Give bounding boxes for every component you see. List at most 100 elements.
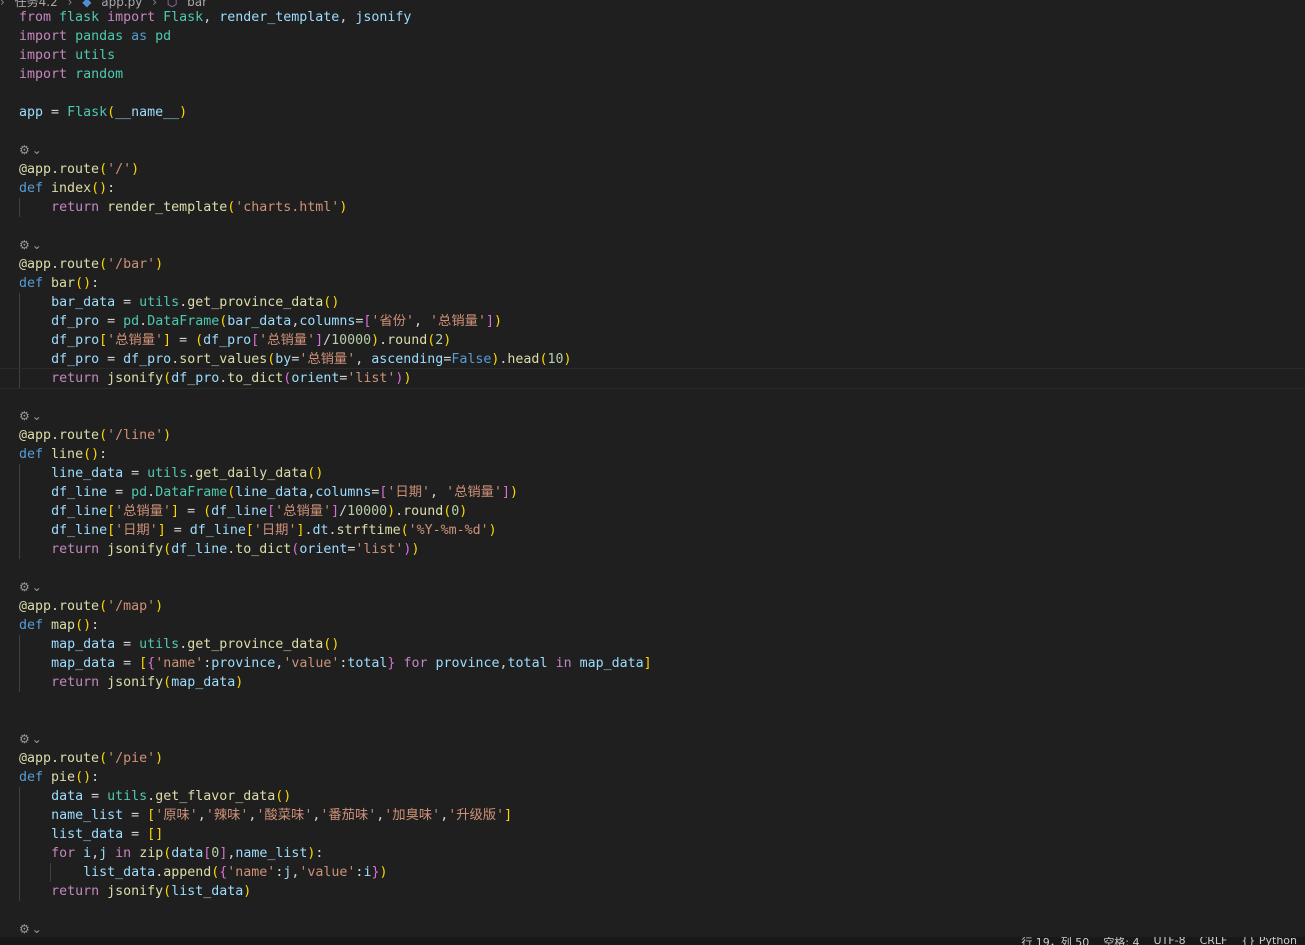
code-line[interactable]: def line(): — [0, 445, 1305, 464]
codelens[interactable]: ⚙ ⌄ — [0, 730, 1305, 749]
code-line[interactable]: app = Flask(__name__) — [0, 103, 1305, 122]
code-text: df_line['总销量'] = (df_line['总销量']/10000).… — [51, 504, 468, 519]
code-text: @app.route('/') — [19, 162, 140, 177]
code-line[interactable]: def pie(): — [0, 768, 1305, 787]
chevron-down-icon: ⌄ — [31, 143, 42, 157]
codelens[interactable]: ⚙ ⌄ — [0, 578, 1305, 597]
code-text: list_data.append({'name':j,'value':i}) — [83, 865, 388, 880]
code-text: import random — [19, 67, 124, 82]
code-line[interactable] — [0, 901, 1305, 920]
code-text: df_pro = pd.DataFrame(bar_data,columns=[… — [51, 314, 502, 329]
code-area[interactable]: from flask import Flask, render_template… — [0, 8, 1305, 945]
code-text: import utils — [19, 48, 116, 63]
code-line[interactable]: import pandas as pd — [0, 27, 1305, 46]
code-line[interactable] — [0, 84, 1305, 103]
code-line[interactable]: return jsonify(list_data) — [0, 882, 1305, 901]
status-encoding[interactable]: UTF-8 — [1154, 937, 1186, 945]
status-cursor-position[interactable]: 行 19，列 50 — [1021, 937, 1089, 945]
code-line[interactable]: df_line['总销量'] = (df_line['总销量']/10000).… — [0, 502, 1305, 521]
code-line[interactable] — [0, 711, 1305, 730]
code-text: def pie(): — [19, 770, 100, 785]
code-line[interactable] — [0, 217, 1305, 236]
chevron-down-icon: ⌄ — [31, 409, 42, 423]
code-text: def bar(): — [19, 276, 100, 291]
chevron-down-icon: ⌄ — [31, 238, 42, 252]
code-text: return jsonify(df_line.to_dict(orient='l… — [51, 542, 420, 557]
code-line[interactable]: @app.route('/line') — [0, 426, 1305, 445]
code-text: @app.route('/map') — [19, 599, 164, 614]
code-text: from flask import Flask, render_template… — [19, 10, 412, 25]
code-line[interactable]: import random — [0, 65, 1305, 84]
status-indentation[interactable]: 空格: 4 — [1103, 937, 1139, 945]
code-line[interactable]: line_data = utils.get_daily_data() — [0, 464, 1305, 483]
code-line[interactable]: list_data.append({'name':j,'value':i}) — [0, 863, 1305, 882]
gear-icon: ⚙ — [19, 409, 30, 423]
code-text: for i,j in zip(data[0],name_list): — [51, 846, 324, 861]
breadcrumb: › 任务4.2 › ◆ app.py › ⬡ bar — [0, 0, 213, 9]
gear-icon: ⚙ — [19, 732, 30, 746]
code-line[interactable]: df_pro = df_pro.sort_values(by='总销量', as… — [0, 350, 1305, 369]
code-text: df_pro = df_pro.sort_values(by='总销量', as… — [51, 352, 572, 367]
code-line[interactable]: @app.route('/bar') — [0, 255, 1305, 274]
code-text: def index(): — [19, 181, 116, 196]
code-line[interactable]: return jsonify(map_data) — [0, 673, 1305, 692]
code-line[interactable]: def index(): — [0, 179, 1305, 198]
code-line[interactable] — [0, 122, 1305, 141]
gear-icon: ⚙ — [19, 238, 30, 252]
code-editor[interactable]: › 任务4.2 › ◆ app.py › ⬡ bar from flask im… — [0, 0, 1305, 945]
gear-icon: ⚙ — [19, 580, 30, 594]
code-line[interactable]: import utils — [0, 46, 1305, 65]
status-bar: 行 19，列 50 空格: 4 UTF-8 CRLF {} Python — [0, 937, 1305, 945]
code-line[interactable]: name_list = ['原味','辣味','酸菜味','番茄味','加臭味'… — [0, 806, 1305, 825]
code-line[interactable]: def map(): — [0, 616, 1305, 635]
code-text: df_pro['总销量'] = (df_pro['总销量']/10000).ro… — [51, 333, 452, 348]
code-line[interactable]: list_data = [] — [0, 825, 1305, 844]
code-text: line_data = utils.get_daily_data() — [51, 466, 324, 481]
code-text: list_data = [] — [51, 827, 164, 842]
code-line[interactable]: return jsonify(df_line.to_dict(orient='l… — [0, 540, 1305, 559]
code-text: @app.route('/line') — [19, 428, 172, 443]
code-text: return jsonify(list_data) — [51, 884, 252, 899]
code-line-current[interactable]: return jsonify(df_pro.to_dict(orient='li… — [0, 368, 1305, 389]
code-text: bar_data = utils.get_province_data() — [51, 295, 340, 310]
code-line[interactable]: df_line = pd.DataFrame(line_data,columns… — [0, 483, 1305, 502]
code-line[interactable]: map_data = [{'name':province,'value':tot… — [0, 654, 1305, 673]
code-text: name_list = ['原味','辣味','酸菜味','番茄味','加臭味'… — [51, 808, 513, 823]
code-text: app = Flask(__name__) — [19, 105, 188, 120]
code-line[interactable]: def bar(): — [0, 274, 1305, 293]
code-text: def map(): — [19, 618, 100, 633]
code-text: return render_template('charts.html') — [51, 200, 348, 215]
code-line[interactable] — [0, 388, 1305, 407]
code-text: data = utils.get_flavor_data() — [51, 789, 292, 804]
code-line[interactable] — [0, 692, 1305, 711]
codelens[interactable]: ⚙ ⌄ — [0, 141, 1305, 160]
code-text: @app.route('/pie') — [19, 751, 164, 766]
code-line[interactable]: return render_template('charts.html') — [0, 198, 1305, 217]
status-eol[interactable]: CRLF — [1200, 937, 1228, 945]
code-line[interactable]: from flask import Flask, render_template… — [0, 8, 1305, 27]
code-text: df_line['日期'] = df_line['日期'].dt.strftim… — [51, 523, 497, 538]
code-line[interactable]: @app.route('/pie') — [0, 749, 1305, 768]
code-line[interactable]: @app.route('/map') — [0, 597, 1305, 616]
code-text: map_data = utils.get_province_data() — [51, 637, 340, 652]
code-line[interactable]: @app.route('/') — [0, 160, 1305, 179]
code-line[interactable]: df_pro['总销量'] = (df_pro['总销量']/10000).ro… — [0, 331, 1305, 350]
code-line[interactable]: map_data = utils.get_province_data() — [0, 635, 1305, 654]
code-line[interactable]: data = utils.get_flavor_data() — [0, 787, 1305, 806]
code-line[interactable]: bar_data = utils.get_province_data() — [0, 293, 1305, 312]
code-text: map_data = [{'name':province,'value':tot… — [51, 656, 652, 671]
code-line[interactable]: df_pro = pd.DataFrame(bar_data,columns=[… — [0, 312, 1305, 331]
chevron-down-icon: ⌄ — [31, 580, 42, 594]
code-text: return jsonify(map_data) — [51, 675, 244, 690]
code-text: return jsonify(df_pro.to_dict(orient='li… — [51, 371, 412, 386]
code-line[interactable] — [0, 559, 1305, 578]
code-text: def line(): — [19, 447, 108, 462]
code-line[interactable]: df_line['日期'] = df_line['日期'].dt.strftim… — [0, 521, 1305, 540]
code-text: import pandas as pd — [19, 29, 172, 44]
codelens[interactable]: ⚙ ⌄ — [0, 407, 1305, 426]
status-language[interactable]: {} Python — [1241, 937, 1297, 945]
codelens[interactable]: ⚙ ⌄ — [0, 236, 1305, 255]
code-line[interactable]: for i,j in zip(data[0],name_list): — [0, 844, 1305, 863]
chevron-down-icon: ⌄ — [31, 732, 42, 746]
code-text: df_line = pd.DataFrame(line_data,columns… — [51, 485, 518, 500]
